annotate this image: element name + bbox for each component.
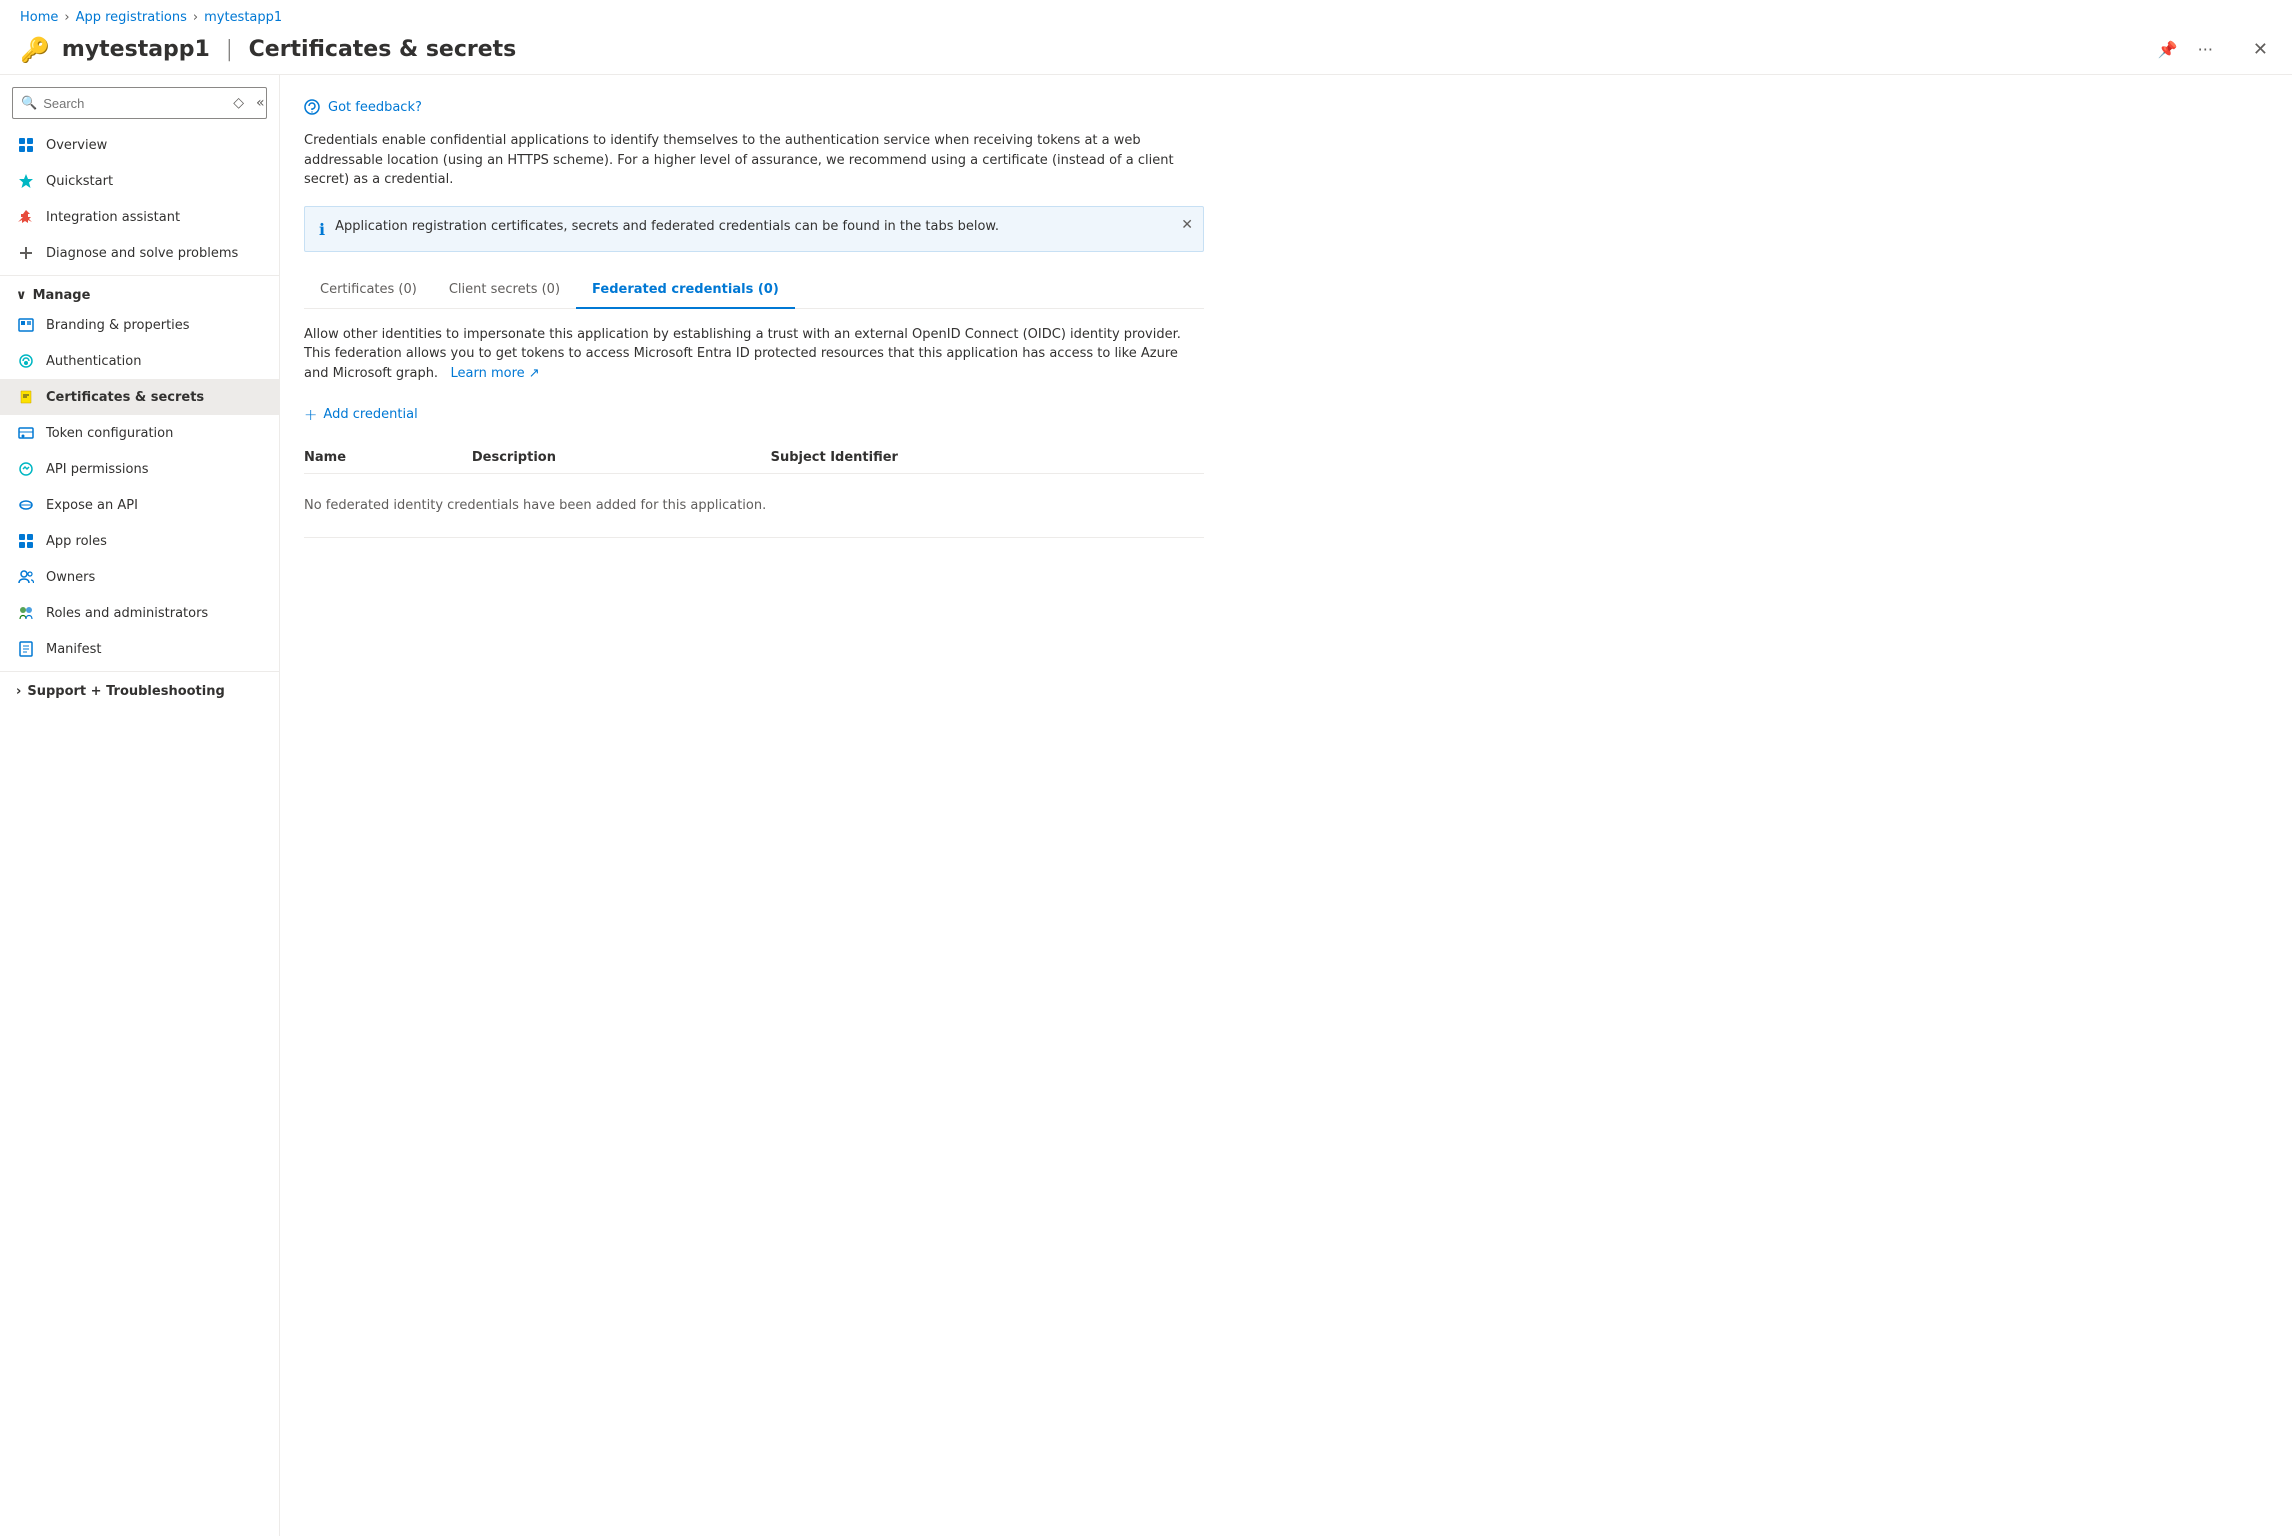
integration-icon xyxy=(16,207,36,227)
token-icon xyxy=(16,423,36,443)
page-header: 🔑 mytestapp1 | Certificates & secrets 📌 … xyxy=(0,31,2292,75)
sidebar-item-auth-label: Authentication xyxy=(46,354,141,369)
support-section-toggle[interactable]: › Support + Troubleshooting xyxy=(0,676,279,703)
roles-icon xyxy=(16,603,36,623)
manage-section-toggle[interactable]: ∨ Manage xyxy=(0,280,279,307)
tab-description: Allow other identities to impersonate th… xyxy=(304,325,1204,384)
feedback-bar[interactable]: Got feedback? xyxy=(304,91,2268,131)
table-header-subject: Subject Identifier xyxy=(771,442,1204,474)
auth-icon xyxy=(16,351,36,371)
description-text: Credentials enable confidential applicat… xyxy=(304,131,1204,190)
sidebar: 🔍 ◇ « Overview xyxy=(0,75,280,1536)
sidebar-item-expose-api-label: Expose an API xyxy=(46,498,138,513)
expose-api-icon xyxy=(16,495,36,515)
sidebar-item-owners-label: Owners xyxy=(46,570,95,585)
manage-chevron-icon: ∨ xyxy=(16,288,27,303)
feedback-icon xyxy=(304,99,320,115)
quickstart-icon xyxy=(16,171,36,191)
empty-state-row: No federated identity credentials have b… xyxy=(304,474,1204,538)
feedback-label: Got feedback? xyxy=(328,100,422,115)
add-credential-button[interactable]: + Add credential xyxy=(304,399,2268,430)
empty-state-message: No federated identity credentials have b… xyxy=(304,482,1192,529)
support-section-label: Support + Troubleshooting xyxy=(27,684,224,699)
breadcrumb-app-registrations[interactable]: App registrations xyxy=(76,10,187,25)
sidebar-item-overview-label: Overview xyxy=(46,138,107,153)
page-title: mytestapp1 | Certificates & secrets xyxy=(62,37,2154,62)
credentials-table: Name Description Subject Identifier No f… xyxy=(304,442,1204,538)
credentials-tabs: Certificates (0) Client secrets (0) Fede… xyxy=(304,272,1204,309)
sidebar-item-app-roles-label: App roles xyxy=(46,534,107,549)
collapse-icon[interactable]: « xyxy=(252,93,269,113)
sidebar-item-manifest-label: Manifest xyxy=(46,642,101,657)
search-icon: 🔍 xyxy=(21,96,37,111)
close-button[interactable]: ✕ xyxy=(2249,35,2272,64)
sidebar-item-api-permissions[interactable]: API permissions xyxy=(0,451,279,487)
sidebar-item-quickstart[interactable]: Quickstart xyxy=(0,163,279,199)
owners-icon xyxy=(16,567,36,587)
tab-federated-credentials[interactable]: Federated credentials (0) xyxy=(576,272,795,309)
sidebar-item-authentication[interactable]: Authentication xyxy=(0,343,279,379)
sidebar-item-integration-label: Integration assistant xyxy=(46,210,180,225)
sidebar-item-manifest[interactable]: Manifest xyxy=(0,631,279,667)
pin-button[interactable]: 📌 xyxy=(2154,36,2182,63)
table-header-description: Description xyxy=(472,442,771,474)
branding-icon xyxy=(16,315,36,335)
sidebar-item-diagnose-label: Diagnose and solve problems xyxy=(46,246,238,261)
sidebar-item-certificates[interactable]: Certificates & secrets xyxy=(0,379,279,415)
breadcrumb: Home › App registrations › mytestapp1 xyxy=(0,0,2292,31)
sidebar-item-token-label: Token configuration xyxy=(46,426,173,441)
sidebar-item-owners[interactable]: Owners xyxy=(0,559,279,595)
sidebar-item-token[interactable]: Token configuration xyxy=(0,415,279,451)
sidebar-item-diagnose[interactable]: Diagnose and solve problems xyxy=(0,235,279,271)
sidebar-item-roles-admins[interactable]: Roles and administrators xyxy=(0,595,279,631)
search-box: 🔍 ◇ « xyxy=(12,87,267,119)
support-chevron-icon: › xyxy=(16,684,21,699)
tab-client-secrets[interactable]: Client secrets (0) xyxy=(433,272,576,309)
info-banner: ℹ Application registration certificates,… xyxy=(304,206,1204,252)
content-area: Got feedback? Credentials enable confide… xyxy=(280,75,2292,1536)
info-banner-text: Application registration certificates, s… xyxy=(335,219,1189,234)
more-options-button[interactable]: ··· xyxy=(2194,36,2217,63)
header-key-icon: 🔑 xyxy=(20,36,50,64)
diagnose-icon xyxy=(16,243,36,263)
breadcrumb-home[interactable]: Home xyxy=(20,10,58,25)
tab-certificates[interactable]: Certificates (0) xyxy=(304,272,433,309)
add-icon: + xyxy=(304,405,317,424)
sidebar-divider-2 xyxy=(0,671,279,672)
sidebar-item-app-roles[interactable]: App roles xyxy=(0,523,279,559)
sidebar-item-expose-api[interactable]: Expose an API xyxy=(0,487,279,523)
sidebar-item-roles-admins-label: Roles and administrators xyxy=(46,606,208,621)
sidebar-item-integration[interactable]: Integration assistant xyxy=(0,199,279,235)
sidebar-item-overview[interactable]: Overview xyxy=(0,127,279,163)
table-header-name: Name xyxy=(304,442,472,474)
header-actions: 📌 ··· ✕ xyxy=(2154,35,2272,64)
sidebar-item-branding[interactable]: Branding & properties xyxy=(0,307,279,343)
search-input[interactable] xyxy=(43,96,219,111)
main-layout: 🔍 ◇ « Overview xyxy=(0,75,2292,1536)
sidebar-item-quickstart-label: Quickstart xyxy=(46,174,113,189)
sidebar-divider-1 xyxy=(0,275,279,276)
app-roles-icon xyxy=(16,531,36,551)
info-icon: ℹ xyxy=(319,220,325,239)
certificates-icon xyxy=(16,387,36,407)
sidebar-item-branding-label: Branding & properties xyxy=(46,318,190,333)
learn-more-link[interactable]: Learn more ↗ xyxy=(446,366,539,381)
manage-section-label: Manage xyxy=(33,288,91,303)
sidebar-item-certificates-label: Certificates & secrets xyxy=(46,390,204,405)
filter-icon[interactable]: ◇ xyxy=(229,93,248,113)
info-banner-close-button[interactable]: ✕ xyxy=(1181,217,1193,233)
sidebar-item-api-permissions-label: API permissions xyxy=(46,462,148,477)
api-icon xyxy=(16,459,36,479)
overview-icon xyxy=(16,135,36,155)
manifest-icon xyxy=(16,639,36,659)
breadcrumb-app-name[interactable]: mytestapp1 xyxy=(204,10,282,25)
sidebar-search-area: 🔍 ◇ « xyxy=(0,75,279,127)
